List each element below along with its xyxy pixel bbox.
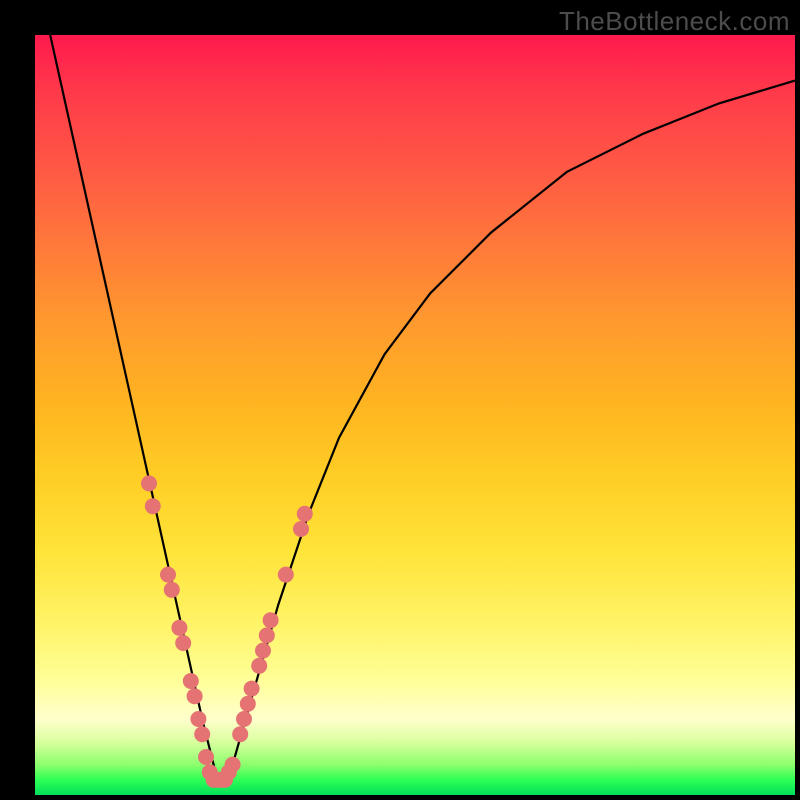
data-marker (164, 582, 180, 598)
watermark-text: TheBottleneck.com (559, 6, 790, 37)
data-marker (236, 711, 252, 727)
data-marker (240, 696, 256, 712)
data-marker (259, 627, 275, 643)
data-marker (198, 749, 214, 765)
outer-frame: TheBottleneck.com (0, 0, 800, 800)
data-marker (183, 673, 199, 689)
data-marker (190, 711, 206, 727)
data-marker (160, 567, 176, 583)
data-marker (297, 506, 313, 522)
data-marker (187, 688, 203, 704)
bottleneck-curve (35, 35, 795, 780)
data-marker (263, 612, 279, 628)
data-marker (171, 620, 187, 636)
data-marker (251, 658, 267, 674)
marker-group (141, 475, 313, 787)
data-marker (141, 475, 157, 491)
chart-overlay-svg (35, 35, 795, 795)
data-marker (225, 757, 241, 773)
data-marker (145, 498, 161, 514)
data-marker (278, 567, 294, 583)
data-marker (255, 643, 271, 659)
data-marker (232, 726, 248, 742)
data-marker (194, 726, 210, 742)
data-marker (175, 635, 191, 651)
data-marker (244, 681, 260, 697)
data-marker (293, 521, 309, 537)
plot-area (35, 35, 795, 795)
